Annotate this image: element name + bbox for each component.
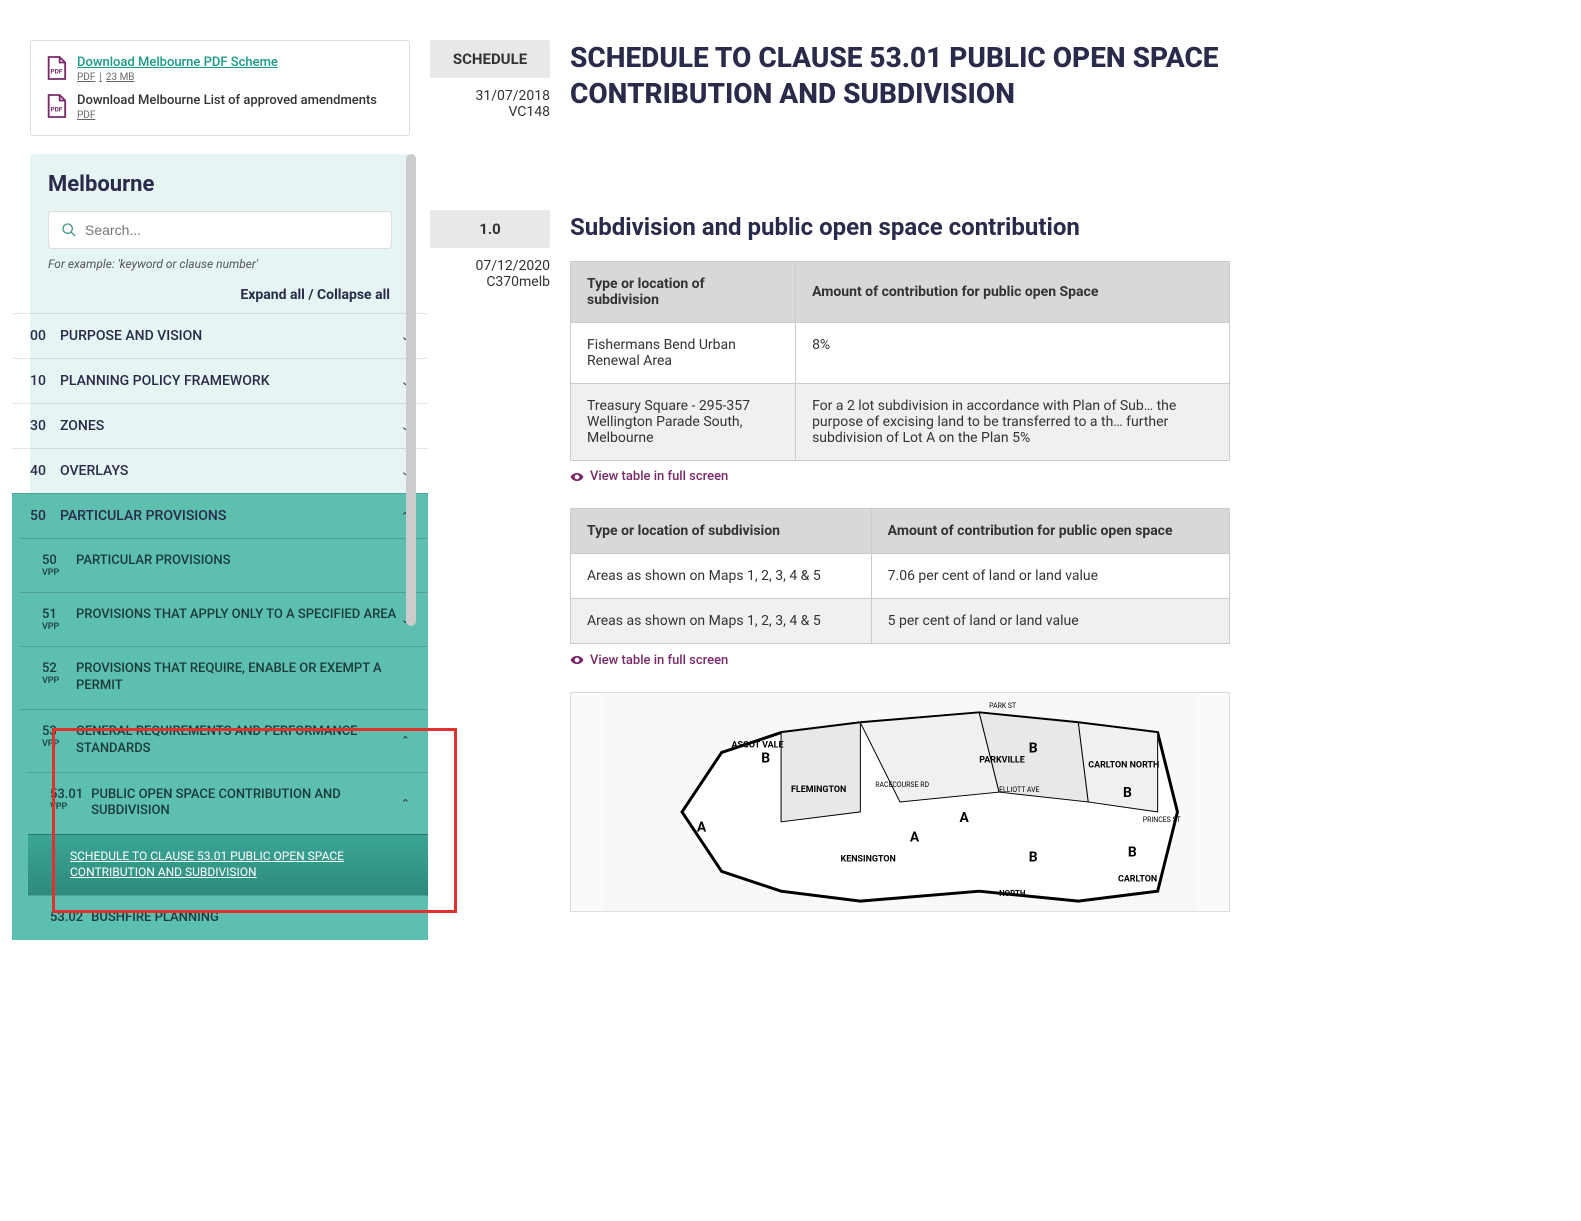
- table-header: Type or location of subdivision: [571, 261, 796, 322]
- download-link-label: Download Melbourne List of approved amen…: [77, 93, 377, 108]
- search-box[interactable]: [48, 211, 392, 249]
- svg-text:ELLIOTT AVE: ELLIOTT AVE: [999, 786, 1039, 794]
- svg-text:A: A: [697, 820, 707, 836]
- nav-item-10[interactable]: 10PLANNING POLICY FRAMEWORK ⌄: [12, 358, 428, 403]
- meta-label: SCHEDULE: [430, 40, 550, 78]
- scrollbar[interactable]: [406, 154, 416, 626]
- table-header: Type or location of subdivision: [571, 509, 872, 554]
- search-hint: For example: 'keyword or clause number': [48, 257, 392, 271]
- svg-text:B: B: [1123, 785, 1132, 801]
- svg-text:PDF: PDF: [51, 106, 63, 114]
- nav-panel: Melbourne For example: 'keyword or claus…: [30, 154, 410, 940]
- nav-sub-5302[interactable]: 53.02BUSHFIRE PLANNING: [28, 895, 428, 941]
- svg-text:A: A: [910, 829, 920, 845]
- svg-text:CARLTON: CARLTON: [1118, 874, 1157, 884]
- table-header: Amount of contribution for public open s…: [871, 509, 1229, 554]
- chevron-up-icon: ⌃: [401, 734, 410, 747]
- nav-sub-50[interactable]: 50VPPPARTICULAR PROVISIONS: [20, 538, 428, 592]
- table-header: Amount of contribution for public open S…: [796, 261, 1230, 322]
- nav-leaf-label: SCHEDULE TO CLAUSE 53.01 PUBLIC OPEN SPA…: [50, 849, 410, 880]
- table-row: Areas as shown on Maps 1, 2, 3, 4 & 57.0…: [571, 554, 1230, 599]
- svg-text:B: B: [1128, 844, 1137, 860]
- nav-sub-53[interactable]: 53VPPGENERAL REQUIREMENTS AND PERFORMANC…: [20, 709, 428, 772]
- contribution-table-1: Type or location of subdivision Amount o…: [570, 261, 1230, 461]
- nav-sub-51[interactable]: 51VPPPROVISIONS THAT APPLY ONLY TO A SPE…: [20, 592, 428, 646]
- expand-all-button[interactable]: Expand all: [240, 287, 304, 303]
- svg-text:FLEMINGTON: FLEMINGTON: [791, 785, 846, 795]
- view-full-screen-link[interactable]: View table in full screen: [570, 469, 728, 484]
- contribution-table-2: Type or location of subdivision Amount o…: [570, 508, 1230, 644]
- download-meta: PDF|23 MB: [77, 72, 278, 83]
- meta-date: 07/12/2020: [430, 258, 550, 274]
- download-amendments[interactable]: PDF Download Melbourne List of approved …: [45, 93, 395, 121]
- download-meta: PDF: [77, 110, 377, 121]
- nav-sub-5301[interactable]: 53.01VPPPUBLIC OPEN SPACE CONTRIBUTION A…: [28, 772, 428, 835]
- svg-text:B: B: [1029, 740, 1038, 756]
- table-row: Areas as shown on Maps 1, 2, 3, 4 & 55 p…: [571, 599, 1230, 644]
- svg-text:B: B: [1029, 849, 1038, 865]
- download-box: PDF Download Melbourne PDF Scheme PDF|23…: [30, 40, 410, 136]
- svg-text:PARKVILLE: PARKVILLE: [979, 755, 1024, 765]
- svg-text:A: A: [959, 810, 969, 826]
- svg-text:RACECOURSE RD: RACECOURSE RD: [875, 781, 929, 789]
- nav-sub-52[interactable]: 52VPPPROVISIONS THAT REQUIRE, ENABLE OR …: [20, 646, 428, 709]
- svg-text:ASCOT VALE: ASCOT VALE: [732, 740, 784, 750]
- eye-icon: [570, 470, 584, 484]
- meta-section: 1.0 07/12/2020 C370melb: [430, 210, 550, 290]
- nav-item-50[interactable]: 50PARTICULAR PROVISIONS ⌃: [12, 493, 428, 538]
- page-title: SCHEDULE TO CLAUSE 53.01 PUBLIC OPEN SPA…: [570, 40, 1230, 113]
- search-input[interactable]: [85, 222, 379, 238]
- svg-text:PRINCES ST: PRINCES ST: [1143, 816, 1181, 824]
- nav-title: Melbourne: [48, 172, 392, 197]
- table-row: Treasury Square - 295-357 Wellington Par…: [571, 383, 1230, 460]
- svg-text:PARK ST: PARK ST: [989, 702, 1016, 710]
- pdf-icon: PDF: [45, 93, 67, 119]
- meta-label: 1.0: [430, 210, 550, 248]
- nav-item-30[interactable]: 30ZONES ⌄: [12, 403, 428, 448]
- map-image: ASCOT VALE FLEMINGTON KENSINGTON PARKVIL…: [570, 692, 1230, 912]
- eye-icon: [570, 653, 584, 667]
- meta-code: C370melb: [430, 274, 550, 290]
- search-icon: [61, 222, 77, 238]
- meta-code: VC148: [430, 104, 550, 120]
- svg-text:B: B: [761, 750, 770, 766]
- table-row: Fishermans Bend Urban Renewal Area8%: [571, 322, 1230, 383]
- svg-text:NORTH: NORTH: [999, 889, 1026, 898]
- download-link-label[interactable]: Download Melbourne PDF Scheme: [77, 55, 278, 70]
- pdf-icon: PDF: [45, 55, 67, 81]
- nav-item-00[interactable]: 00PURPOSE AND VISION ⌄: [12, 313, 428, 358]
- chevron-up-icon: ⌃: [401, 797, 410, 810]
- nav-leaf-active[interactable]: SCHEDULE TO CLAUSE 53.01 PUBLIC OPEN SPA…: [28, 834, 428, 894]
- section-title: Subdivision and public open space contri…: [570, 213, 1230, 241]
- nav-item-40[interactable]: 40OVERLAYS ⌄: [12, 448, 428, 493]
- meta-schedule: SCHEDULE 31/07/2018 VC148: [430, 40, 550, 120]
- expand-collapse-row: Expand all / Collapse all: [48, 287, 392, 303]
- download-pdf-scheme[interactable]: PDF Download Melbourne PDF Scheme PDF|23…: [45, 55, 395, 83]
- svg-text:PDF: PDF: [51, 68, 63, 76]
- view-full-screen-link[interactable]: View table in full screen: [570, 653, 728, 668]
- meta-date: 31/07/2018: [430, 88, 550, 104]
- svg-text:KENSINGTON: KENSINGTON: [841, 854, 896, 864]
- collapse-all-button[interactable]: Collapse all: [317, 287, 390, 303]
- svg-text:CARLTON NORTH: CARLTON NORTH: [1088, 760, 1159, 770]
